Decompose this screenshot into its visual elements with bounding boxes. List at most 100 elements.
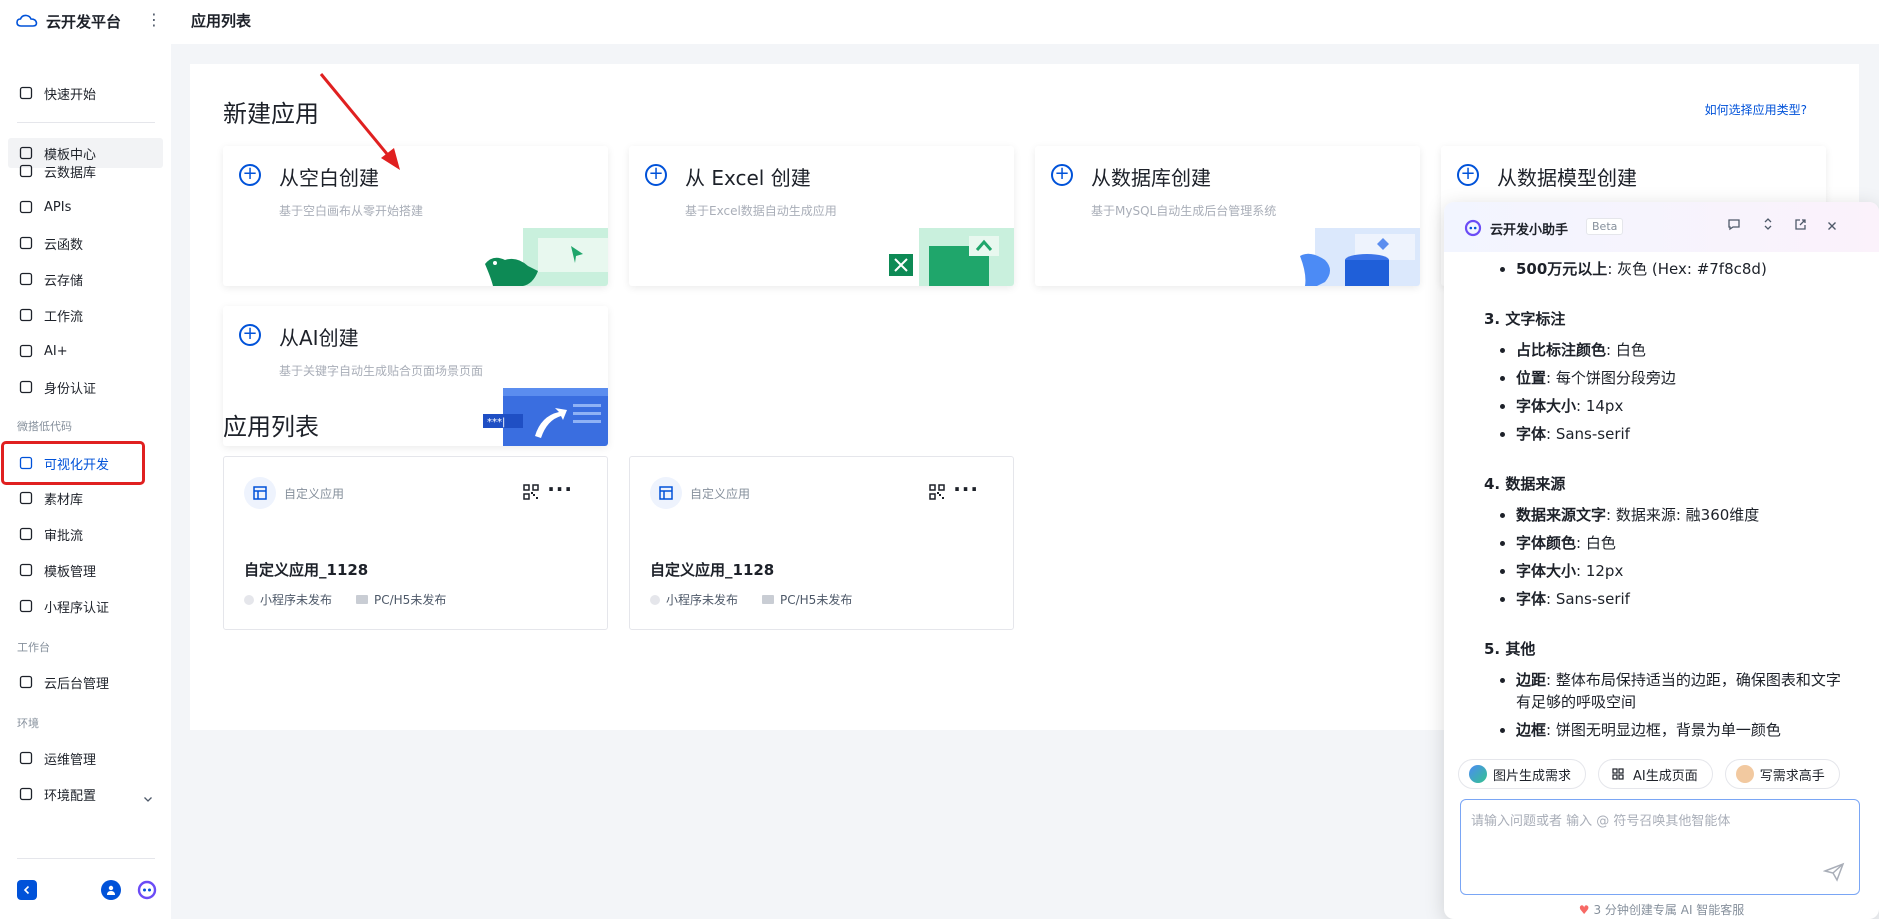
function-icon (18, 235, 34, 251)
chip-image-generation[interactable]: 图片生成需求 (1458, 759, 1587, 789)
flag-icon (18, 85, 34, 101)
laptop-icon (18, 674, 34, 690)
chat-input-box (1460, 799, 1860, 895)
item-value: : Sans-serif (1546, 425, 1630, 443)
more-horizontal-icon[interactable]: ··· (953, 477, 979, 501)
item-key: 占比标注颜色 (1516, 341, 1607, 359)
page-title: 应用列表 (191, 12, 252, 30)
message-item: 字体大小: 14px (1484, 395, 1849, 417)
sidebar-item-folder[interactable]: 云存储 (8, 264, 163, 294)
message-item: 字体: Sans-serif (1484, 588, 1849, 610)
web-status: PC/H5未发布 (356, 591, 446, 608)
sidebar-item-chat[interactable]: 小程序认证 (8, 591, 163, 621)
nav-label: 小程序认证 (44, 600, 110, 616)
avatar-icon (1735, 765, 1754, 783)
create-card-desc: 基于空白画布从零开始搭建 (279, 204, 424, 218)
sidebar-item-link[interactable]: APIs (8, 192, 163, 222)
monitor-icon (762, 595, 774, 604)
open-external-icon[interactable] (1790, 217, 1810, 237)
create-database-card[interactable]: + 从数据库创建 基于MySQL自动生成后台管理系统 (1035, 146, 1420, 286)
app-card[interactable]: 自定义应用 ··· 自定义应用_1128 小程序未发布 PC/H5未发布 (223, 456, 608, 630)
create-card-title: 从空白创建 (279, 166, 379, 190)
database-icon (18, 163, 34, 179)
app-name: 自定义应用_1128 (650, 561, 775, 579)
message-item: 字体: Sans-serif (1484, 423, 1849, 445)
sidebar-item-shapes[interactable]: 素材库 (8, 483, 163, 513)
nav-label: 云存储 (44, 273, 84, 289)
web-status-label: PC/H5未发布 (374, 593, 447, 607)
item-value: : 灰色 (Hex: #7f8c8d) (1607, 260, 1767, 278)
more-horizontal-icon[interactable]: ··· (547, 477, 573, 501)
create-blank-card[interactable]: + 从空白创建 基于空白画布从零开始搭建 (223, 146, 608, 286)
assistant-toggle-button[interactable] (137, 880, 157, 900)
message-item: 占比标注颜色: 白色 (1484, 339, 1849, 361)
message-item: 数据来源文字: 数据来源: 融360维度 (1484, 504, 1849, 526)
section-workbench: 工作台 (17, 641, 50, 654)
sidebar-item-chart[interactable]: 运维管理 (8, 743, 163, 773)
user-icon (107, 885, 115, 895)
chart-icon (18, 750, 34, 766)
miniprogram-status: 小程序未发布 (650, 591, 738, 608)
create-card-title: 从AI创建 (279, 326, 359, 350)
qr-code-icon[interactable] (929, 484, 945, 500)
item-key: 500万元以上 (1516, 260, 1608, 278)
chevron-down-icon[interactable] (143, 789, 153, 808)
sidebar-item-cloud-admin[interactable]: 云后台管理 (8, 667, 163, 697)
sidebar-item-database[interactable]: 云数据库 (8, 156, 163, 186)
collapse-sidebar-button[interactable] (17, 880, 37, 900)
link-icon (18, 199, 34, 215)
create-excel-card[interactable]: + 从 Excel 创建 基于Excel数据自动生成应用 (629, 146, 1014, 286)
message-item: 500万元以上: 灰色 (Hex: #7f8c8d) (1484, 258, 1849, 280)
app-layout-icon (650, 477, 682, 509)
close-icon[interactable] (1822, 217, 1842, 237)
help-link[interactable]: 如何选择应用类型? (1705, 101, 1807, 118)
sidebar-item-template[interactable]: 模板管理 (8, 555, 163, 585)
nav-label: 快速开始 (44, 87, 97, 103)
chip-requirements[interactable]: 写需求高手 (1724, 759, 1840, 789)
expand-collapse-icon[interactable] (1758, 217, 1778, 237)
nav-label: 云数据库 (44, 165, 97, 181)
miniprogram-status-label: 小程序未发布 (260, 593, 333, 607)
sidebar-item-stamp[interactable]: 审批流 (8, 519, 163, 549)
app-card[interactable]: 自定义应用 ··· 自定义应用_1128 小程序未发布 PC/H5未发布 (629, 456, 1014, 630)
chip-ai-page[interactable]: AI生成页面 (1598, 759, 1713, 789)
message-item: 位置: 每个饼图分段旁边 (1484, 367, 1849, 389)
item-value: : 白色 (1576, 534, 1616, 552)
chat-input[interactable] (1471, 810, 1841, 850)
section-lowcode: 微搭低代码 (17, 420, 72, 433)
item-value: : 白色 (1606, 341, 1646, 359)
sidebar-item-flag[interactable]: 快速开始 (8, 78, 163, 108)
sidebar-item-robot[interactable]: AI+ (8, 336, 163, 366)
item-key: 字体大小 (1516, 562, 1577, 580)
create-card-desc: 基于MySQL自动生成后台管理系统 (1091, 204, 1277, 218)
app-list-title: 应用列表 (223, 413, 319, 441)
sidebar-item-id-card[interactable]: 身份认证 (8, 372, 163, 402)
nav-label: 环境配置 (44, 788, 97, 804)
app-type-label: 自定义应用 (284, 487, 345, 501)
sidebar-item-layout[interactable]: 可视化开发 (1, 441, 145, 485)
send-icon[interactable] (1823, 862, 1845, 882)
item-key: 位置 (1516, 369, 1547, 387)
assistant-title: 云开发小助手 (1490, 223, 1569, 238)
layout-icon (18, 455, 34, 471)
section-env: 环境 (17, 717, 39, 730)
nav-label: 身份认证 (44, 381, 97, 397)
chat-history-icon[interactable] (1724, 217, 1744, 237)
assistant-footer[interactable]: ♥ 3 分钟创建专属 AI 智能客服 (1444, 901, 1879, 918)
brand[interactable]: 云开发平台 (16, 10, 121, 32)
sidebar-item-function[interactable]: 云函数 (8, 228, 163, 258)
sidebar-item-workflow[interactable]: 工作流 (8, 300, 163, 330)
status-dot-icon (244, 594, 254, 605)
item-value: : 14px (1576, 397, 1624, 415)
sidebar: 云开发平台 ⋮ 快速开始 模板中心 云数据库 APIs 云函数 云存储 工作流 AI+ 身份认… (0, 0, 171, 919)
chip-label: AI生成页面 (1633, 768, 1698, 784)
user-avatar-button[interactable] (101, 880, 121, 900)
more-vertical-icon[interactable]: ⋮ (146, 10, 162, 30)
sidebar-item-cube[interactable]: 环境配置 (8, 779, 163, 809)
chip-label: 图片生成需求 (1493, 768, 1572, 784)
nav-label: 素材库 (44, 492, 84, 508)
footer-text: 3 分钟创建专属 AI 智能客服 (1593, 903, 1745, 917)
qr-code-icon[interactable] (523, 484, 539, 500)
chip-label: 写需求高手 (1759, 768, 1825, 784)
nav-label: 模板管理 (44, 564, 97, 580)
